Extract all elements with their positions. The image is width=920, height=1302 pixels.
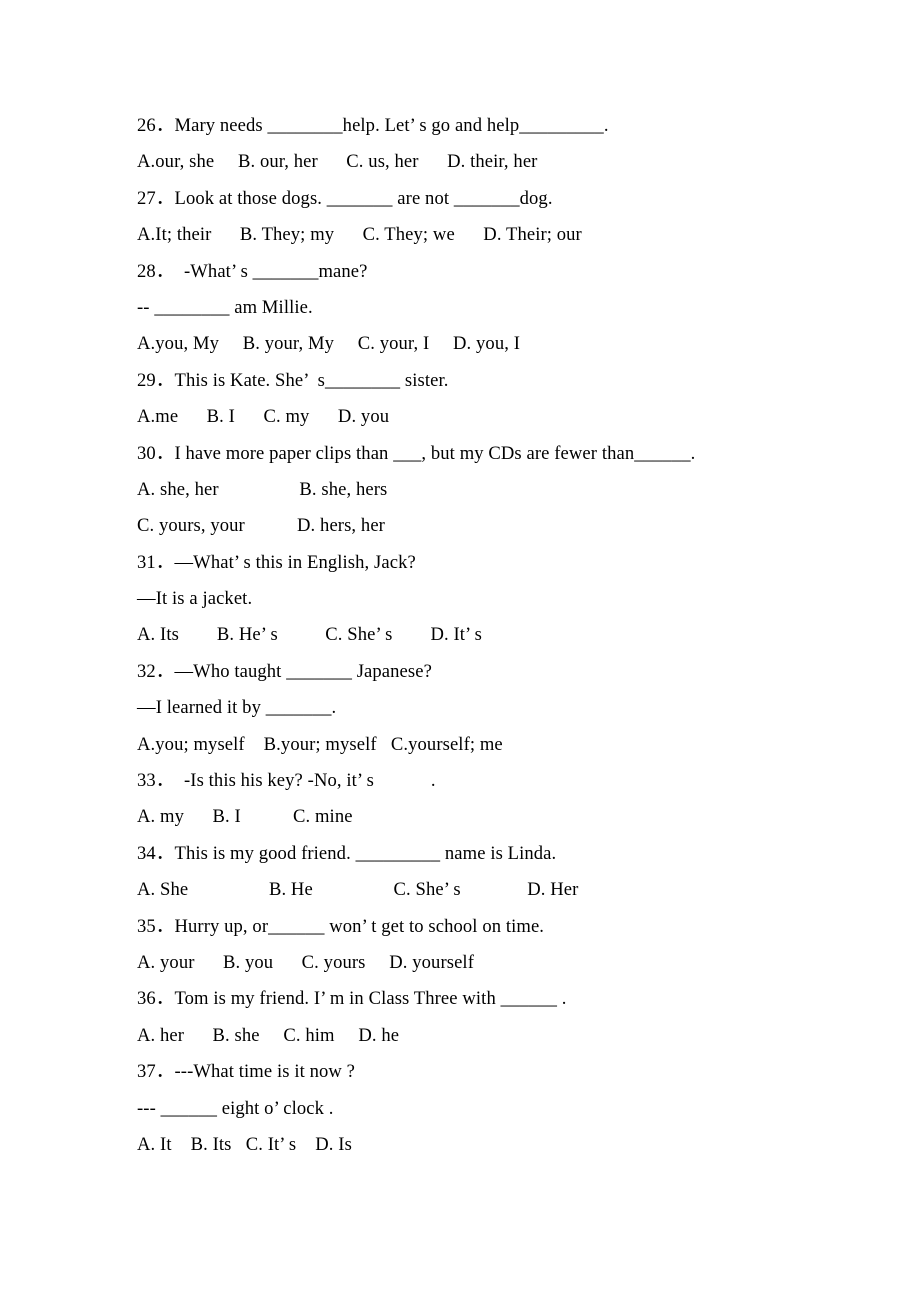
question-stem-37: 37．---What time is it now ? — [137, 1061, 356, 1083]
question-stem-28: 28． ‐What’ s _______mane? — [137, 260, 368, 282]
question-stem-32b: —I learned it by _______. — [137, 697, 337, 719]
options-row-33: A. my B. I C. mine — [137, 806, 353, 828]
options-row-32: A.you; myself B.your; myself C.yourself;… — [137, 733, 503, 755]
options-row-37: A. It B. Its C. It’ s D. Is — [137, 1133, 352, 1155]
question-stem-32: 32．—Who taught _______ Japanese? — [137, 660, 432, 682]
question-stem-31b: —It is a jacket. — [137, 588, 253, 610]
question-stem-28b: -- ________ am Millie. — [137, 296, 313, 318]
question-stem-26: 26．Mary needs ________help. Let’ s go an… — [137, 115, 609, 136]
question-stem-31: 31．—What’ s this in English, Jack? — [137, 551, 416, 573]
question-stem-34: 34．This is my good friend. _________ nam… — [137, 842, 557, 864]
options-row-28: A.you, My B. your, My C. your, I D. you,… — [137, 333, 521, 355]
options-row-26: A.our, she B. our, her C. us, her D. the… — [137, 151, 538, 173]
options-row-35: A. your B. you C. yours D. yourself — [137, 951, 474, 973]
question-stem-27: 27．Look at those dogs. _______ are not _… — [137, 187, 553, 209]
question-stem-36: 36．Tom is my friend. I’ m in Class Three… — [137, 988, 567, 1010]
options-row-31: A. Its B. He’ s C. She’ s D. It’ s — [137, 624, 483, 646]
worksheet-page: 26．Mary needs ________help. Let’ s go an… — [0, 0, 920, 1302]
options-row-30-cd: C. yours, your D. hers, her — [137, 515, 385, 537]
options-row-27: A.It; their B. They; my C. They; we D. T… — [137, 224, 582, 246]
options-row-29: A.me B. I C. my D. you — [137, 406, 390, 428]
question-stem-33: 33． ‐Is this his key? -No, it’ s . — [137, 770, 436, 792]
question-stem-35: 35．Hurry up, or______ won’ t get to scho… — [137, 915, 545, 937]
question-stem-30: 30．I have more paper clips than ___, but… — [137, 442, 696, 464]
options-row-34: A. She B. He C. She’ s D. Her — [137, 879, 579, 901]
options-row-30-ab: A. she, her B. she, hers — [137, 478, 388, 500]
options-row-36: A. her B. she C. him D. he — [137, 1024, 400, 1046]
question-stem-29: 29．This is Kate. She’ s________ sister. — [137, 369, 449, 391]
question-stem-37b: --- ______ eight o’ clock . — [137, 1097, 334, 1119]
question-list: 26．Mary needs ________help. Let’ s go an… — [137, 108, 837, 1163]
